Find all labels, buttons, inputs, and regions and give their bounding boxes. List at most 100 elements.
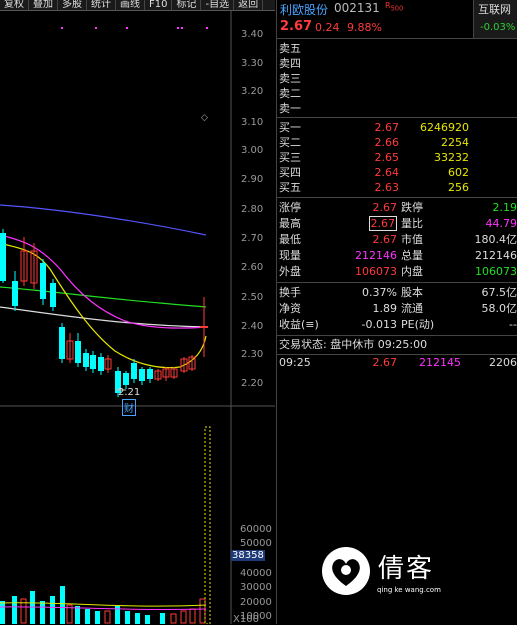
stat-label: 外盘 — [279, 265, 301, 278]
volume-tick: 30000 — [240, 582, 272, 593]
bid-label: 买一 — [279, 121, 301, 134]
divider — [277, 197, 517, 198]
bid-price: 2.67 — [374, 121, 400, 134]
volume-bars — [0, 586, 165, 624]
quote-panel: 利欧股份 002131 R500 2.67 0.24 9.88% 互联网 -0.… — [276, 0, 517, 624]
current-price: 2.67 — [280, 19, 313, 34]
price-tick: 3.10 — [241, 117, 264, 128]
price-tick: 2.20 — [241, 378, 264, 389]
ask-row: 卖四 — [279, 56, 517, 71]
stat-label: 涨停 — [279, 201, 301, 214]
divider — [277, 117, 517, 118]
stat-label: 内盘 — [401, 265, 423, 278]
stat-label: 最低 — [279, 233, 301, 246]
bid-row: 买四 2.64 602 — [279, 165, 517, 180]
stat-label: 股本 — [401, 286, 423, 299]
market-cap-value: 180.4亿 — [474, 233, 517, 246]
watermark-text: 倩客 — [378, 554, 435, 584]
volume-tick: 40000 — [240, 568, 272, 579]
rz-badge: R500 — [385, 1, 404, 13]
toolbar-item[interactable]: 叠加 — [29, 0, 58, 10]
tick-volume: 212145 — [419, 356, 461, 369]
bid-volume: 2254 — [441, 136, 469, 149]
volume-tick: 50000 — [240, 538, 272, 549]
eps-value: -0.013 — [361, 318, 397, 331]
bid-price: 2.66 — [374, 136, 400, 149]
float-shares-value: 58.0亿 — [481, 302, 517, 315]
toolbar-item[interactable]: -自选 — [201, 0, 235, 10]
divider — [277, 282, 517, 283]
volume-unit: X100 — [233, 614, 259, 625]
tick-count: 2206 — [489, 356, 517, 369]
bid-row: 买二 2.66 2254 — [279, 135, 517, 150]
toolbar-item[interactable]: 复权 — [0, 0, 29, 10]
inner-volume-value: 106073 — [475, 265, 517, 278]
candles — [0, 229, 208, 397]
bid-label: 买二 — [279, 136, 301, 149]
limit-down-value: 2.19 — [492, 201, 517, 214]
price-tick: 2.90 — [241, 174, 264, 185]
low-value: 2.67 — [372, 233, 398, 246]
outer-volume-value: 106073 — [355, 265, 397, 278]
ask-label: 卖五 — [279, 42, 301, 55]
volume-highlight: 38358 — [231, 550, 265, 561]
tick-price: 2.67 — [372, 356, 398, 369]
ask-label: 卖一 — [279, 102, 301, 115]
financial-event-marker[interactable]: 财 — [122, 399, 136, 416]
kline-svg: ◇ — [0, 11, 275, 624]
price-tick: 2.70 — [241, 233, 264, 244]
price-tick: 3.00 — [241, 145, 264, 156]
bid-price: 2.63 — [374, 181, 400, 194]
price-change-pct: 9.88% — [347, 21, 382, 34]
watermark-url: qing ke wang.com — [377, 586, 441, 594]
volume-tick: 60000 — [240, 524, 272, 535]
ma-blue — [0, 204, 207, 236]
toolbar-item[interactable]: 标记 — [172, 0, 202, 10]
price-tick: 2.50 — [241, 292, 264, 303]
low-price-label: 2.21 — [118, 387, 141, 398]
bid-price: 2.65 — [374, 151, 400, 164]
ask-row: 卖五 — [279, 41, 517, 56]
watermark-logo — [322, 547, 370, 595]
tick-time: 09:25 — [279, 356, 311, 369]
price-tick: 2.60 — [241, 262, 264, 273]
price-tick: 3.30 — [241, 58, 264, 69]
price-tick: 3.40 — [241, 29, 264, 40]
ask-row: 卖二 — [279, 86, 517, 101]
toolbar-item[interactable]: 多股 — [58, 0, 87, 10]
stat-label: 总量 — [401, 249, 423, 262]
kline-chart[interactable]: ◇ 3.40 3.30 3.20 3.10 3.00 2.90 2.80 2.7… — [0, 11, 275, 625]
stock-code: 002131 — [334, 1, 380, 15]
volume-bars-up — [20, 598, 206, 624]
bid-row: 买一 2.67 6246920 — [279, 120, 517, 135]
stat-label: 换手 — [279, 286, 301, 299]
bid-label: 买五 — [279, 181, 301, 194]
stat-label: 量比 — [401, 217, 423, 230]
toolbar-item[interactable]: 统计 — [87, 0, 116, 10]
ask-label: 卖二 — [279, 87, 301, 100]
stat-label: 最高 — [279, 217, 301, 230]
ask-label: 卖四 — [279, 57, 301, 70]
event-markers — [61, 27, 208, 29]
price-change: 0.24 — [315, 21, 340, 34]
ask-row: 卖三 — [279, 71, 517, 86]
stat-label: 现量 — [279, 249, 301, 262]
share-capital-value: 67.5亿 — [481, 286, 517, 299]
toolbar-item[interactable]: F10 — [145, 0, 173, 10]
ask-label: 卖三 — [279, 72, 301, 85]
price-tick: 3.20 — [241, 86, 264, 97]
price-tick: 2.80 — [241, 204, 264, 215]
toolbar-item[interactable]: 返回 — [234, 0, 264, 10]
stat-label: 跌停 — [401, 201, 423, 214]
sector-index-box[interactable]: 互联网 -0.03% — [473, 0, 517, 38]
price-tick: 2.30 — [241, 349, 264, 360]
pe-value: -- — [509, 318, 517, 331]
bid-row: 买三 2.65 33232 — [279, 150, 517, 165]
volume-current-bar — [204, 426, 211, 624]
toolbar-item[interactable]: 画线 — [116, 0, 145, 10]
bid-row: 买五 2.63 256 — [279, 180, 517, 195]
stat-label: 流通 — [401, 302, 423, 315]
trading-status: 交易状态: 盘中休市 09:25:00 — [279, 338, 428, 351]
stock-name[interactable]: 利欧股份 — [280, 1, 328, 18]
divider — [277, 38, 517, 39]
